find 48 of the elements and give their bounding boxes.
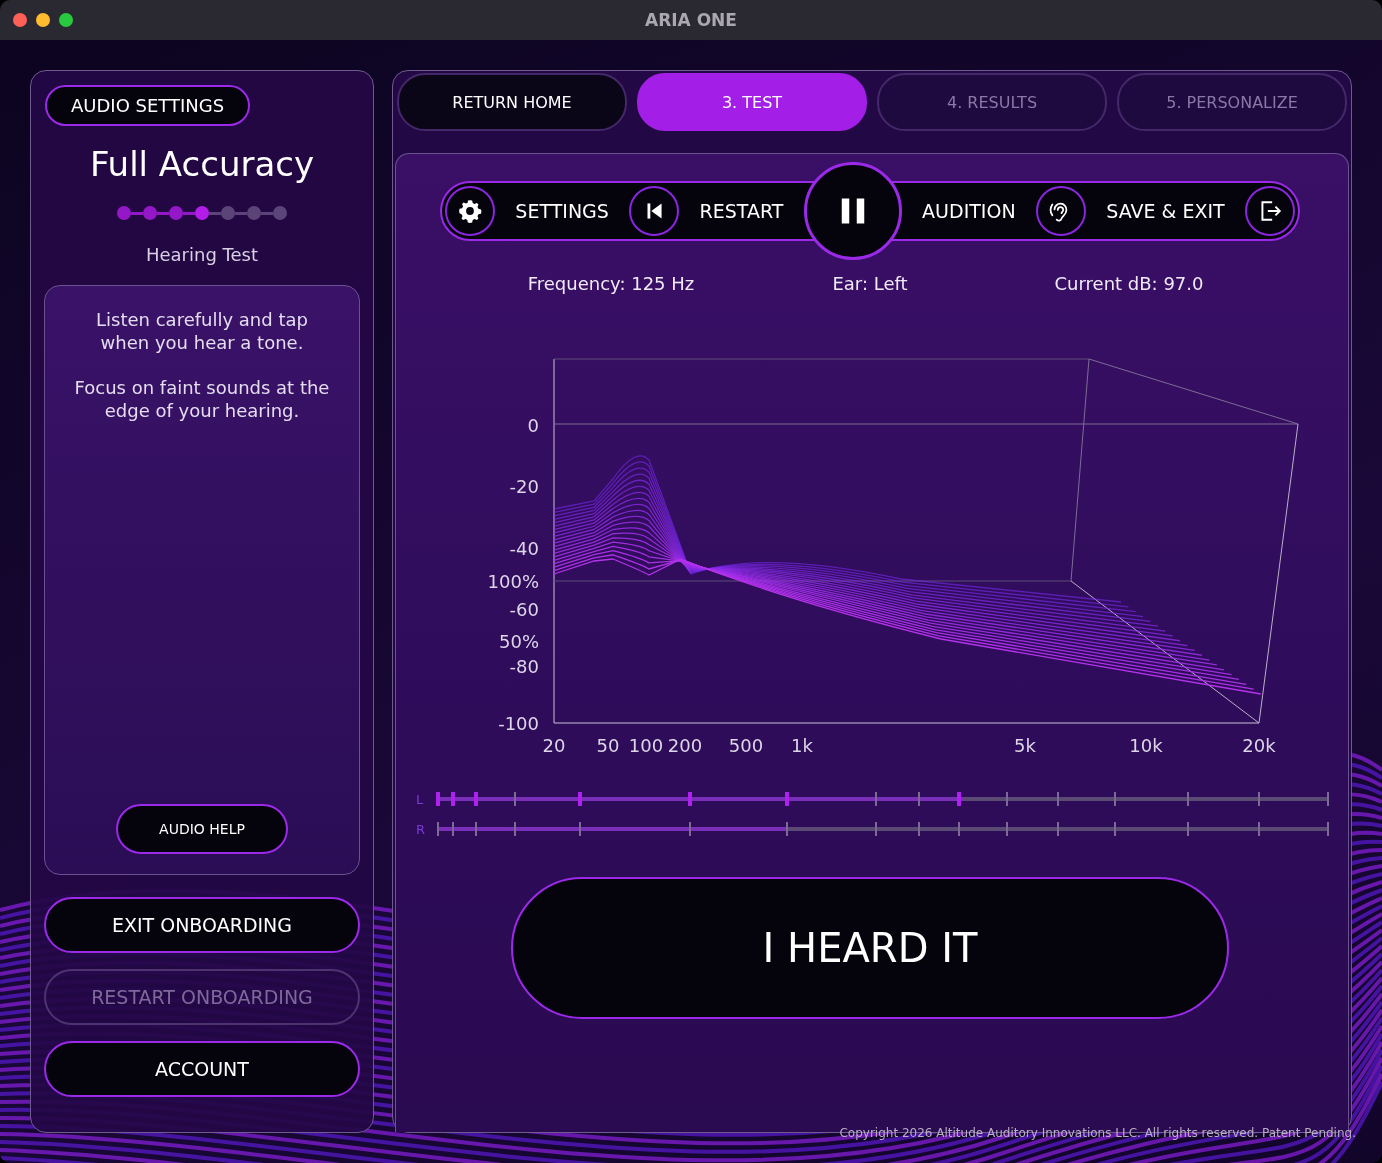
x-axis-label: 200 bbox=[667, 735, 703, 756]
onboarding-button: RESTART ONBOARDING bbox=[44, 969, 360, 1025]
y-axis-label: -20 bbox=[509, 476, 539, 497]
ear-channel-label: L bbox=[416, 791, 425, 807]
skip-back-button[interactable] bbox=[629, 186, 680, 236]
step-tab[interactable]: 3. TEST bbox=[637, 73, 867, 131]
step-label: Hearing Test bbox=[145, 244, 258, 265]
instruction-text: Focus on faint sounds at the edge of your hearing. bbox=[73, 376, 331, 422]
mode-heading: Full Accuracy bbox=[89, 144, 315, 184]
exit-button[interactable] bbox=[1244, 186, 1295, 236]
x-axis-label: 500 bbox=[728, 735, 764, 756]
onboarding-button[interactable]: EXIT ONBOARDING bbox=[44, 897, 360, 953]
control-label-button[interactable]: SAVE & EXIT bbox=[1100, 200, 1231, 222]
copyright-text: Copyright 2026 Altitude Auditory Innovations LLC. All rights reserved. Patent Pending. bbox=[839, 1126, 1356, 1140]
step-tab[interactable]: RETURN HOME bbox=[397, 73, 627, 131]
x-axis-label: 100 bbox=[628, 735, 664, 756]
y-axis-label: 50% bbox=[499, 631, 539, 652]
x-axis-label: 20k bbox=[1242, 735, 1276, 756]
control-label-button[interactable]: RESTART bbox=[693, 200, 790, 222]
readout-text: Frequency: 125 Hz bbox=[526, 273, 696, 294]
gear-icon bbox=[457, 198, 483, 224]
instruction-text: Listen carefully and tap when you hear a tone. bbox=[95, 308, 309, 354]
y-axis-label: -40 bbox=[509, 538, 539, 559]
x-axis-label: 20 bbox=[542, 735, 566, 756]
readout-text: Current dB: 97.0 bbox=[1053, 273, 1205, 294]
x-axis-label: 50 bbox=[596, 735, 620, 756]
control-label-button[interactable]: AUDITION bbox=[916, 200, 1022, 222]
window-title: ARIA ONE bbox=[644, 10, 738, 30]
zoom-window-button[interactable] bbox=[59, 13, 73, 27]
i-heard-it-button[interactable]: I HEARD IT bbox=[511, 877, 1229, 1019]
close-window-button[interactable] bbox=[13, 13, 27, 27]
ear-channel-label: R bbox=[416, 821, 426, 837]
x-axis-label: 10k bbox=[1129, 735, 1163, 756]
gear-button[interactable] bbox=[445, 186, 495, 236]
y-axis-label: 0 bbox=[527, 415, 539, 436]
minimize-window-button[interactable] bbox=[36, 13, 50, 27]
readout-text: Ear: Left bbox=[831, 273, 909, 294]
audio-settings-button[interactable]: AUDIO SETTINGS bbox=[45, 85, 251, 126]
y-axis-label: -60 bbox=[509, 599, 539, 620]
onboarding-button[interactable]: ACCOUNT bbox=[44, 1041, 360, 1097]
y-axis-label: -80 bbox=[509, 656, 539, 677]
x-axis-label: 1k bbox=[791, 735, 813, 756]
y-axis-label: -100 bbox=[498, 713, 539, 734]
y-axis-label: 100% bbox=[487, 571, 539, 592]
control-label-button[interactable]: SETTINGS bbox=[509, 200, 615, 222]
ear-button[interactable] bbox=[1035, 186, 1086, 236]
x-axis-label: 5k bbox=[1014, 735, 1036, 756]
audio-help-button[interactable]: AUDIO HELP bbox=[116, 804, 288, 854]
